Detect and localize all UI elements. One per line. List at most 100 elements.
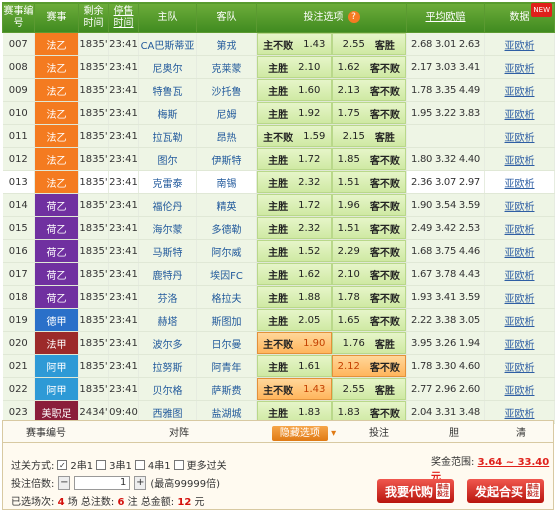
home-team[interactable]: 赫塔: [138, 308, 197, 332]
data-links[interactable]: 亚欧析: [484, 239, 555, 263]
league-badge[interactable]: 荷乙: [34, 193, 79, 217]
bet-option-1[interactable]: 主胜 2.32: [257, 217, 332, 239]
away-team[interactable]: 格拉夫: [196, 285, 257, 309]
league-badge[interactable]: 法乙: [34, 124, 79, 148]
home-team[interactable]: 海尔蒙: [138, 216, 197, 240]
data-links[interactable]: 亚欧析: [484, 170, 555, 194]
data-links[interactable]: 亚欧析: [484, 262, 555, 286]
league-badge[interactable]: 法乙: [34, 170, 79, 194]
home-team[interactable]: 梅斯: [138, 101, 197, 125]
pass-more-checkbox[interactable]: [173, 459, 184, 470]
multiplier-input[interactable]: 1: [74, 475, 131, 490]
away-team[interactable]: 多德勒: [196, 216, 257, 240]
data-links[interactable]: 亚欧析: [484, 193, 555, 217]
home-team[interactable]: 拉努斯: [138, 354, 197, 378]
away-team[interactable]: 第戎: [196, 32, 257, 56]
home-team[interactable]: 鹿特丹: [138, 262, 197, 286]
data-links[interactable]: 亚欧析: [484, 32, 555, 56]
league-badge[interactable]: 法乙: [34, 101, 79, 125]
home-team[interactable]: 福伦丹: [138, 193, 197, 217]
home-team[interactable]: 图尔: [138, 147, 197, 171]
bet-option-1[interactable]: 主胜 1.60: [257, 79, 332, 101]
league-badge[interactable]: 法乙: [34, 147, 79, 171]
bet-option-1[interactable]: 主胜 2.10: [257, 56, 332, 78]
league-badge[interactable]: 荷乙: [34, 216, 79, 240]
league-badge[interactable]: 法乙: [34, 32, 79, 56]
slip-col-clear[interactable]: 清: [489, 424, 553, 439]
home-team[interactable]: 马斯特: [138, 239, 197, 263]
away-team[interactable]: 昂热: [196, 124, 257, 148]
hide-options-label[interactable]: 隐藏选项: [271, 426, 328, 441]
data-links[interactable]: 亚欧析: [484, 377, 555, 401]
data-links[interactable]: 亚欧析: [484, 308, 555, 332]
league-badge[interactable]: 法乙: [34, 78, 79, 102]
away-team[interactable]: 日尔曼: [196, 331, 257, 355]
pass-4x1-checkbox[interactable]: [134, 459, 145, 470]
data-links[interactable]: 亚欧析: [484, 147, 555, 171]
data-links[interactable]: 亚欧析: [484, 55, 555, 79]
bet-option-1[interactable]: 主胜 1.61: [257, 355, 332, 377]
header-avg-odds[interactable]: 平均欧赔: [406, 2, 485, 33]
bet-option-2[interactable]: 1.65 客不败: [331, 309, 406, 331]
bet-option-1[interactable]: 主不败 1.43: [257, 378, 332, 400]
bet-option-2[interactable]: 2.55 客胜: [331, 378, 406, 400]
away-team[interactable]: 南锡: [196, 170, 257, 194]
league-badge[interactable]: 荷乙: [34, 239, 79, 263]
header-stop-sale[interactable]: 停售时间: [108, 2, 139, 33]
decrement-button[interactable]: −: [58, 475, 71, 490]
league-badge[interactable]: 法甲: [34, 331, 79, 355]
bet-option-2[interactable]: 2.13 客不败: [331, 79, 406, 101]
home-team[interactable]: 拉瓦勒: [138, 124, 197, 148]
bet-option-2[interactable]: 1.76 客胜: [331, 332, 406, 354]
data-links[interactable]: 亚欧析: [484, 78, 555, 102]
bet-option-2[interactable]: 1.85 客不败: [331, 148, 406, 170]
bet-option-1[interactable]: 主胜 1.72: [257, 148, 332, 170]
data-links[interactable]: 亚欧析: [484, 354, 555, 378]
data-links[interactable]: 亚欧析: [484, 124, 555, 148]
data-links[interactable]: 亚欧析: [484, 216, 555, 240]
bet-option-2[interactable]: 1.78 客不败: [331, 286, 406, 308]
bet-option-1[interactable]: 主不败 1.90: [257, 332, 332, 354]
buy-button[interactable]: 我要代购 单击投注: [377, 479, 455, 503]
bet-option-2[interactable]: 1.75 客不败: [331, 102, 406, 124]
bet-option-1[interactable]: 主胜 2.05: [257, 309, 332, 331]
away-team[interactable]: 沙托鲁: [196, 78, 257, 102]
home-team[interactable]: 波尔多: [138, 331, 197, 355]
away-team[interactable]: 埃因FC: [196, 262, 257, 286]
away-team[interactable]: 斯图加: [196, 308, 257, 332]
home-team[interactable]: 芬洛: [138, 285, 197, 309]
bet-option-1[interactable]: 主胜 1.62: [257, 263, 332, 285]
away-team[interactable]: 萨斯费: [196, 377, 257, 401]
bet-option-1[interactable]: 主胜 1.88: [257, 286, 332, 308]
league-badge[interactable]: 荷乙: [34, 262, 79, 286]
away-team[interactable]: 阿青年: [196, 354, 257, 378]
data-links[interactable]: 亚欧析: [484, 101, 555, 125]
bet-option-2[interactable]: 2.55 客胜: [331, 33, 406, 55]
league-badge[interactable]: 阿甲: [34, 354, 79, 378]
home-team[interactable]: 克雷泰: [138, 170, 197, 194]
bet-option-1[interactable]: 主不败 1.59: [257, 125, 332, 147]
league-badge[interactable]: 法乙: [34, 55, 79, 79]
bet-option-2[interactable]: 2.12 客不败: [331, 355, 406, 377]
hide-options-toggle[interactable]: 隐藏选项 ▾: [269, 424, 339, 441]
away-team[interactable]: 克莱蒙: [196, 55, 257, 79]
join-button[interactable]: 发起合买 单击投注: [467, 479, 545, 503]
bet-option-2[interactable]: 1.62 客不败: [331, 56, 406, 78]
increment-button[interactable]: +: [134, 475, 147, 490]
bet-option-2[interactable]: 2.29 客不败: [331, 240, 406, 262]
bet-option-2[interactable]: 2.10 客不败: [331, 263, 406, 285]
league-badge[interactable]: 德甲: [34, 308, 79, 332]
home-team[interactable]: CA巴斯蒂亚: [138, 32, 197, 56]
away-team[interactable]: 尼姆: [196, 101, 257, 125]
help-icon[interactable]: ?: [347, 11, 360, 23]
data-links[interactable]: 亚欧析: [484, 331, 555, 355]
bet-option-1[interactable]: 主胜 1.72: [257, 194, 332, 216]
away-team[interactable]: 伊斯特: [196, 147, 257, 171]
bet-option-1[interactable]: 主胜 1.52: [257, 240, 332, 262]
bet-option-1[interactable]: 主胜 2.32: [257, 171, 332, 193]
league-badge[interactable]: 荷乙: [34, 285, 79, 309]
away-team[interactable]: 阿尔威: [196, 239, 257, 263]
bet-option-2[interactable]: 1.51 客不败: [331, 217, 406, 239]
bet-option-2[interactable]: 1.96 客不败: [331, 194, 406, 216]
data-links[interactable]: 亚欧析: [484, 285, 555, 309]
